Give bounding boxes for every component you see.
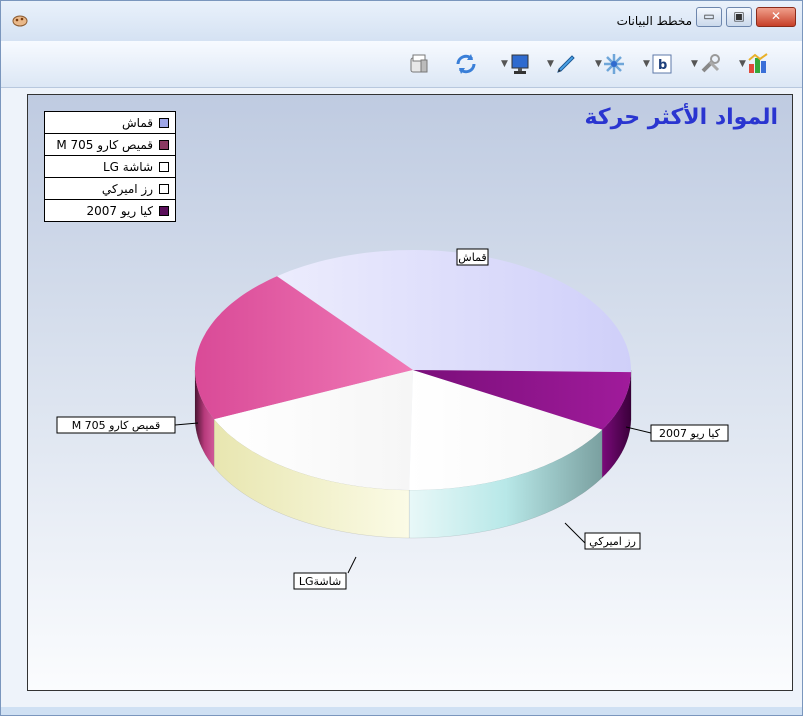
pencil-icon <box>557 55 575 73</box>
status-strip <box>1 707 802 715</box>
pencil-dropdown[interactable]: ▼ <box>543 51 578 77</box>
chevron-down-icon: ▼ <box>547 59 554 69</box>
gear-3d-icon <box>603 54 624 74</box>
callout-shirt: M 705 قميص كارو <box>72 419 161 432</box>
chevron-down-icon: ▼ <box>643 59 650 69</box>
window-title: مخطط البيانات <box>616 14 692 28</box>
chevron-down-icon: ▼ <box>595 59 602 69</box>
app-icon[interactable] <box>11 13 29 27</box>
callout-rice-leader <box>564 522 586 544</box>
monitor-icon <box>511 54 529 74</box>
minimize-button[interactable]: ▭ <box>696 7 722 27</box>
display-dropdown[interactable]: ▼ <box>497 51 532 77</box>
chart-area: المواد الأكثر حركة قماش قميص كارو M 705 … <box>27 94 793 691</box>
refresh-icon <box>456 54 476 74</box>
pie-chart: قماش M 705 قميص كارو LGشاشة رز اميركي كيا ري… <box>56 248 729 590</box>
title-bar: مخطط البيانات ▭ ▣ ✕ <box>1 1 802 41</box>
callout-screen: LGشاشة <box>299 575 341 588</box>
chevron-down-icon: ▼ <box>739 59 746 69</box>
print-icon <box>410 54 428 73</box>
close-icon: ✕ <box>770 9 782 23</box>
minimize-icon: ▭ <box>703 9 715 23</box>
callout-fabric: قماش <box>458 251 486 264</box>
chevron-down-icon: ▼ <box>691 59 698 69</box>
tools-icon <box>701 54 720 73</box>
callout-kia: كيا ريو 2007 <box>659 427 721 440</box>
close-button[interactable]: ✕ <box>756 7 796 27</box>
maximize-button[interactable]: ▣ <box>726 7 752 27</box>
gear-3d-dropdown[interactable]: ▼ <box>591 51 626 77</box>
chart-type-dropdown[interactable]: ▼ <box>735 51 770 77</box>
refresh-button[interactable] <box>453 51 479 77</box>
bold-dropdown[interactable]: ▼ b <box>639 51 674 77</box>
bold-icon: b <box>652 54 672 74</box>
callout-rice: رز اميركي <box>589 535 636 548</box>
svg-text:b: b <box>658 58 667 73</box>
maximize-icon: ▣ <box>733 9 745 23</box>
callout-shirt-leader <box>174 422 199 426</box>
chevron-down-icon: ▼ <box>501 59 508 69</box>
print-button[interactable] <box>407 51 431 77</box>
chart-type-icon <box>748 53 768 73</box>
toolbar: ▼ ▼ ▼ ▼ b ▼ ▼ <box>1 41 802 88</box>
callout-screen-leader <box>347 556 357 574</box>
chart-window: مخطط البيانات ▭ ▣ ✕ ▼ ▼ ▼ ▼ b ▼ ▼ المواد… <box>0 0 803 716</box>
tools-dropdown[interactable]: ▼ <box>687 51 724 77</box>
